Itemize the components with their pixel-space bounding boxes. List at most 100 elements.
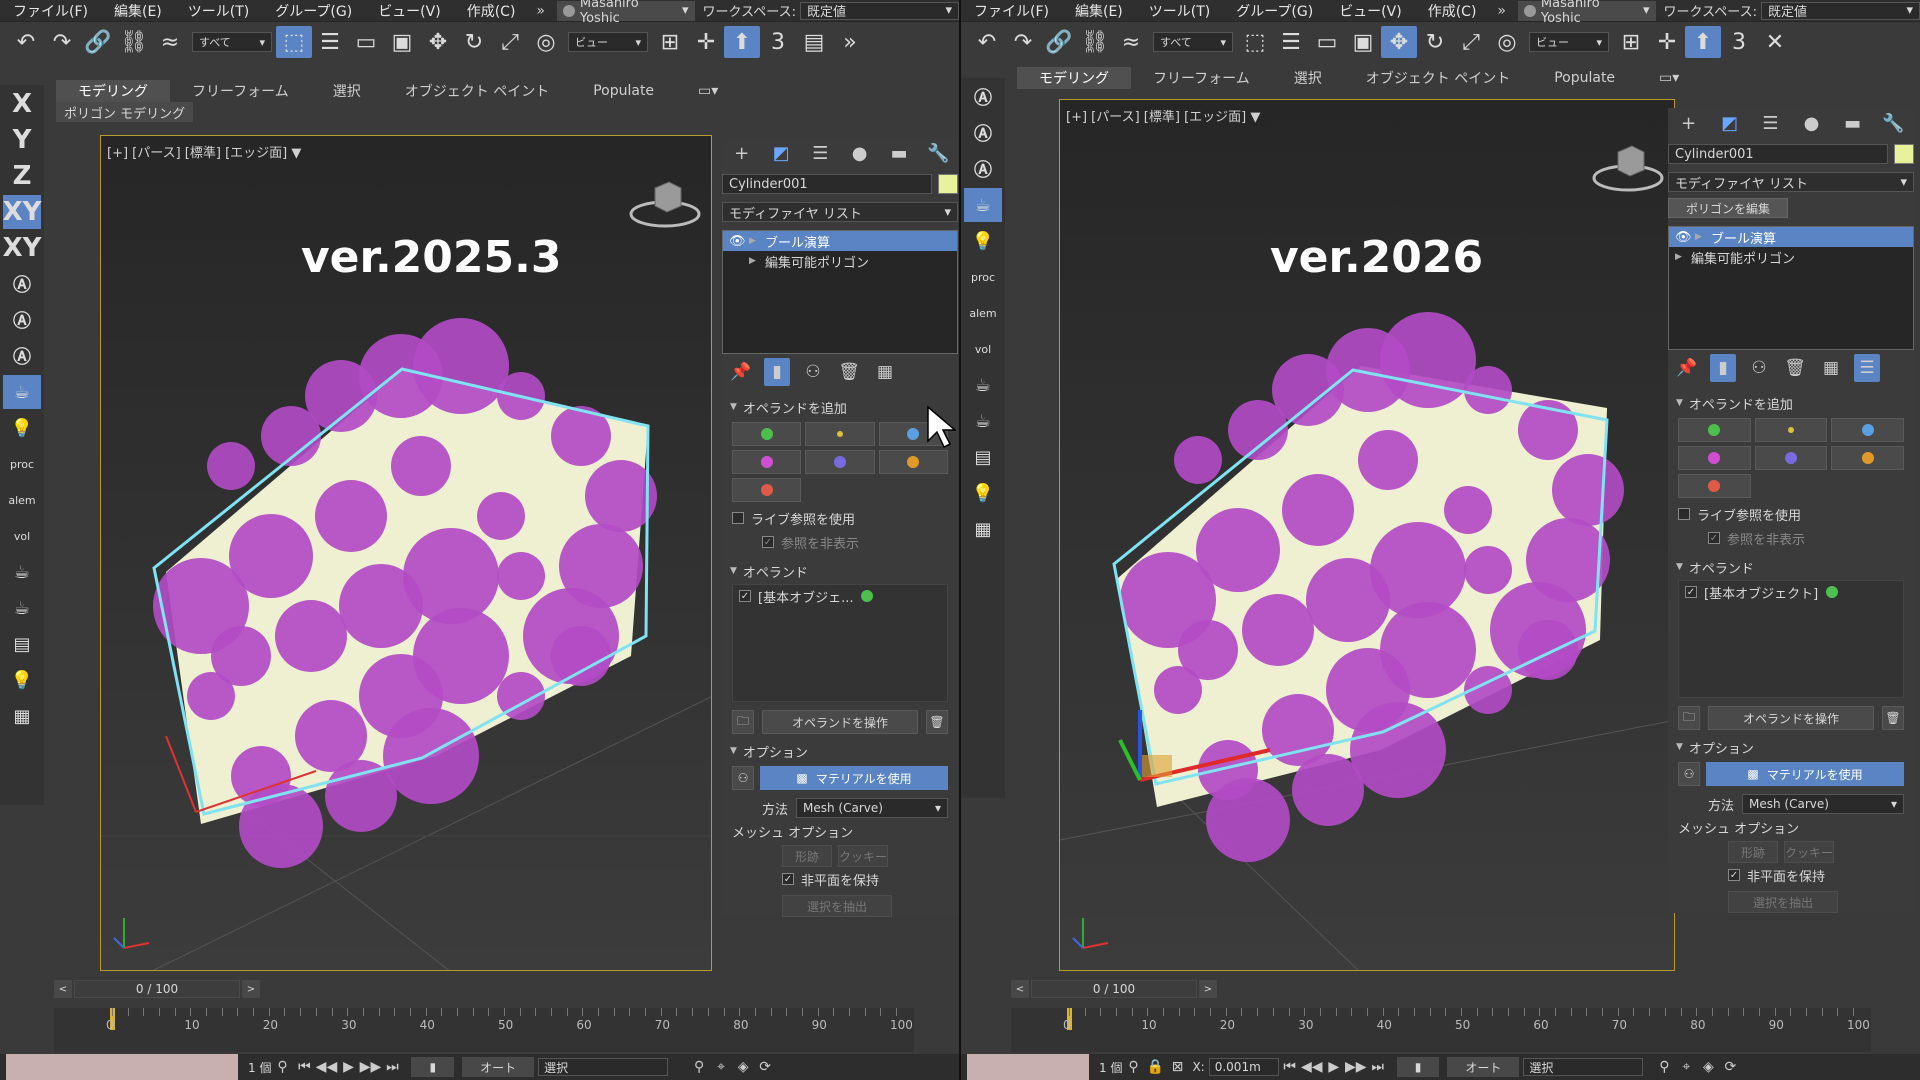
menu-view[interactable]: ビュー(V) [365,1,454,21]
menu-tools[interactable]: ツール(T) [175,1,262,21]
redo-icon[interactable]: ↷ [1005,26,1041,58]
subribbon-polygon-modeling[interactable]: ポリゴン モデリング [56,102,194,122]
teapot-icon[interactable]: ☕ [3,375,41,409]
object-color-swatch[interactable] [938,174,958,194]
ref-coord-select[interactable]: ビュー ▾ [568,32,648,52]
rollout-options[interactable]: ▼ オプション [722,740,958,762]
union-button[interactable] [732,422,802,446]
menu-overflow-icon[interactable]: » [528,3,553,19]
prev-frame-icon[interactable]: < [54,980,72,998]
stack-item-editable-poly[interactable]: ▶ 編集可能ポリゴン [723,251,957,271]
operand-item-base[interactable]: ✓ [基本オブジェクト] [1679,581,1903,603]
go-start-icon[interactable]: ⏮ [293,1059,315,1075]
pin-stack-icon[interactable]: 📌 [728,358,754,386]
light-icon[interactable]: 💡 [3,411,41,445]
scene-explorer-icon[interactable]: ▦ [3,699,41,733]
prev-frame-icon[interactable]: < [1011,980,1029,998]
selection-filter[interactable]: すべて ▾ [1153,32,1233,52]
track-bar[interactable]: 0 10 20 30 40 50 60 70 80 90 100 [1011,1008,1871,1052]
link-icon[interactable]: 🔗 [80,26,116,58]
rollout-operands[interactable]: ▼ オペランド [1668,556,1914,578]
object-name-field[interactable]: Cylinder001 [1668,144,1888,164]
boolean-scene[interactable] [101,136,712,971]
stack-item-boolean[interactable]: 👁 ▶ ブール演算 [723,231,957,251]
show-end-result-icon[interactable]: ▮ [1710,354,1736,382]
rollout-options[interactable]: ▼ オプション [1668,736,1914,758]
proc-button[interactable]: proc [964,260,1002,294]
menu-file[interactable]: ファイル(F) [0,1,101,21]
split-button[interactable] [1678,474,1751,498]
eye-icon[interactable]: 👁 [729,234,746,249]
vol-button[interactable]: vol [3,519,41,553]
display-tab-icon[interactable]: ▬ [1838,109,1868,137]
bind-spacewarp-icon[interactable]: ≈ [152,26,188,58]
tab-populate[interactable]: Populate [571,80,676,102]
tab-selection[interactable]: 選択 [1272,67,1344,89]
utilities-tab-icon[interactable]: 🔧 [923,139,953,167]
configure-modifier-sets-icon[interactable]: ▦ [1818,354,1844,382]
isolate-icon[interactable]: ⚲ [1122,1059,1144,1075]
link-icon[interactable]: 🔗 [1041,26,1077,58]
create-tab-icon[interactable]: + [727,139,757,167]
maxscript-listener[interactable] [967,1054,1089,1080]
make-unique-icon[interactable]: ⚇ [800,358,826,386]
next-key-icon[interactable]: ▶▶ [359,1059,382,1075]
scale-icon[interactable]: ⤢ [492,26,528,58]
text-edit-icon[interactable]: Ⓐ [964,116,1002,150]
unlink-icon[interactable]: ⛓ [1077,26,1113,58]
utilities-tab-icon[interactable]: 🔧 [1879,109,1909,137]
modifier-list-select[interactable]: モディファイヤ リスト ▾ [722,202,958,222]
object-name-field[interactable]: Cylinder001 [722,174,932,194]
edit-poly-button[interactable]: ポリゴンを編集 [1668,198,1788,218]
time-slider-frame[interactable]: 0 / 100 [74,980,240,998]
place-icon[interactable]: ◎ [528,26,564,58]
attach-button[interactable] [1754,446,1828,470]
modify-tab-icon[interactable]: ◩ [1715,109,1745,137]
text-edit-icon[interactable]: Ⓐ [3,303,41,337]
scale-icon[interactable]: ⤢ [1453,26,1489,58]
axis-xy-button[interactable]: XY [3,195,41,229]
axis-y-button[interactable]: Y [3,123,41,157]
layers-icon[interactable]: ▤ [3,627,41,661]
live-ref-checkbox[interactable]: ライブ参照を使用 [1668,502,1914,526]
folder-icon[interactable]: 🗀 [732,710,754,734]
eye-icon[interactable]: 👁 [1675,230,1692,245]
menu-file[interactable]: ファイル(F) [961,1,1062,21]
subtract-button[interactable] [1831,418,1904,442]
tab-populate[interactable]: Populate [1532,67,1637,89]
menu-create[interactable]: 作成(C) [454,1,529,21]
window-crossing-icon[interactable]: ▣ [384,26,420,58]
unlink-icon[interactable]: ⛓ [116,26,152,58]
motion-tab-icon[interactable]: ● [845,139,875,167]
teapot-list-icon[interactable]: ☕ [3,591,41,625]
zoom-all-icon[interactable]: ⌖ [710,1059,732,1075]
user-account[interactable]: Masahiro Yoshic ▾ [556,0,695,26]
go-end-icon[interactable]: ⏭ [1367,1059,1389,1075]
hierarchy-tab-icon[interactable]: ☰ [1756,109,1786,137]
rollout-operands[interactable]: ▼ オペランド [722,560,958,582]
time-slider-frame[interactable]: 0 / 100 [1031,980,1197,998]
select-object-icon[interactable]: ⬚ [276,26,312,58]
named-selection-icon[interactable]: ▤ [796,26,832,58]
play-icon[interactable]: ▶ [1323,1059,1345,1075]
rect-region-icon[interactable]: ▭ [1309,26,1345,58]
display-tab-icon[interactable]: ▬ [884,139,914,167]
snap-icon[interactable]: 3 [760,26,796,58]
teapot-icon[interactable]: ☕ [964,188,1002,222]
alem-button[interactable]: alem [3,483,41,517]
intersect-button[interactable] [732,450,802,474]
light-list-icon[interactable]: 💡 [964,476,1002,510]
alem-button[interactable]: alem [964,296,1002,330]
next-frame-icon[interactable]: > [242,980,260,998]
keyboard-shortcut-icon[interactable]: ⬆ [1685,26,1721,58]
absolute-mode-icon[interactable]: ⊠ [1166,1059,1188,1075]
auto-key-button[interactable]: オート [462,1057,535,1077]
tab-freeform[interactable]: フリーフォーム [170,80,311,102]
zoom-all-icon[interactable]: ⌖ [1675,1059,1697,1075]
menu-group[interactable]: グループ(G) [1223,1,1326,21]
auto-key-button[interactable]: オート [1447,1057,1520,1077]
make-unique-icon[interactable]: ⚇ [1746,354,1772,382]
cookie-button[interactable]: クッキー [838,845,888,867]
undo-icon[interactable]: ↶ [8,26,44,58]
menu-tools[interactable]: ツール(T) [1136,1,1223,21]
